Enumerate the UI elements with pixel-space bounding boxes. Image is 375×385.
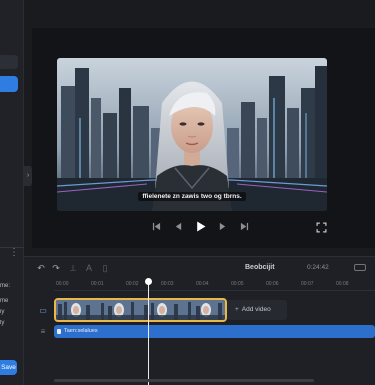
timeline-panel: ↶ ↷ ⟂ A ▯ Beobcijit 0:24:42 00:00 00:01 … [24, 256, 375, 385]
sidebar-input-field[interactable] [0, 55, 18, 69]
video-preview[interactable]: ffielenete zn zawis two og tbrns. [57, 58, 327, 211]
ruler-label: 00:03 [161, 281, 174, 287]
sidebar-text-line: iy [0, 309, 5, 315]
more-options-icon[interactable]: ⋮ [9, 248, 19, 258]
video-subtitle: ffielenete zn zawis two og tbrns. [57, 192, 327, 201]
playhead-line[interactable] [148, 281, 149, 385]
video-editor-app: ⋮ me: me iy ly Save › ffielenete zn zawi… [0, 0, 375, 385]
split-icon[interactable]: ⟂ [68, 263, 78, 273]
time-display: 0:24:42 [307, 264, 329, 271]
video-track-icon: ▭ [39, 306, 47, 315]
playhead-handle[interactable] [145, 278, 152, 285]
redo-icon[interactable]: ↷ [51, 263, 61, 273]
step-forward-icon[interactable] [216, 220, 228, 232]
sidebar-text-line: ly [0, 320, 5, 326]
subtitle-track-label: Taen:selalues [64, 328, 98, 334]
ruler-label: 00:00 [56, 281, 69, 287]
sidebar-primary-button[interactable] [0, 76, 18, 92]
ruler-label: 00:06 [266, 281, 279, 287]
undo-icon[interactable]: ↶ [36, 263, 46, 273]
clip-thumbnails [56, 300, 225, 320]
add-video-button[interactable]: + Add video [227, 300, 287, 320]
sidebar-text-line: me: [0, 283, 11, 289]
caption-icon [57, 329, 61, 334]
ruler-label: 00:04 [196, 281, 209, 287]
save-button[interactable]: Save [0, 360, 17, 375]
ruler-label: 00:07 [301, 281, 314, 287]
player-controls [150, 219, 250, 233]
text-icon[interactable]: A [84, 263, 94, 273]
subtitle-track-clip[interactable]: Taen:selalues [54, 325, 375, 338]
video-clip[interactable] [54, 298, 227, 322]
timeline-ruler[interactable]: 00:00 00:01 00:02 00:03 00:04 00:05 00:0… [54, 279, 375, 291]
ruler-label: 00:01 [91, 281, 104, 287]
project-title: Beobcijit [245, 264, 275, 271]
delete-icon[interactable]: ▯ [100, 263, 110, 273]
collapse-panel-handle[interactable]: › [24, 166, 32, 186]
add-video-label: Add video [241, 306, 271, 313]
skip-back-icon[interactable] [150, 220, 162, 232]
timeline-toolbar: ↶ ↷ ⟂ A ▯ Beobcijit 0:24:42 [24, 257, 375, 279]
timeline-scrollbar[interactable] [54, 379, 314, 382]
subtitle-track-icon: ≡ [40, 327, 46, 336]
ruler-label: 00:05 [231, 281, 244, 287]
plus-icon: + [235, 306, 239, 313]
play-icon[interactable] [194, 220, 206, 232]
ruler-label: 00:08 [336, 281, 349, 287]
ruler-label: 00:02 [126, 281, 139, 287]
fullscreen-icon[interactable] [316, 220, 327, 233]
subtitle-text: ffielenete zn zawis two og tbrns. [138, 192, 246, 201]
video-frame-image [57, 58, 327, 211]
left-sidebar: ⋮ me: me iy ly Save [0, 0, 24, 385]
aspect-ratio-icon[interactable] [354, 264, 366, 271]
skip-forward-icon[interactable] [238, 220, 250, 232]
step-back-icon[interactable] [172, 220, 184, 232]
sidebar-text-line: me [0, 298, 9, 304]
